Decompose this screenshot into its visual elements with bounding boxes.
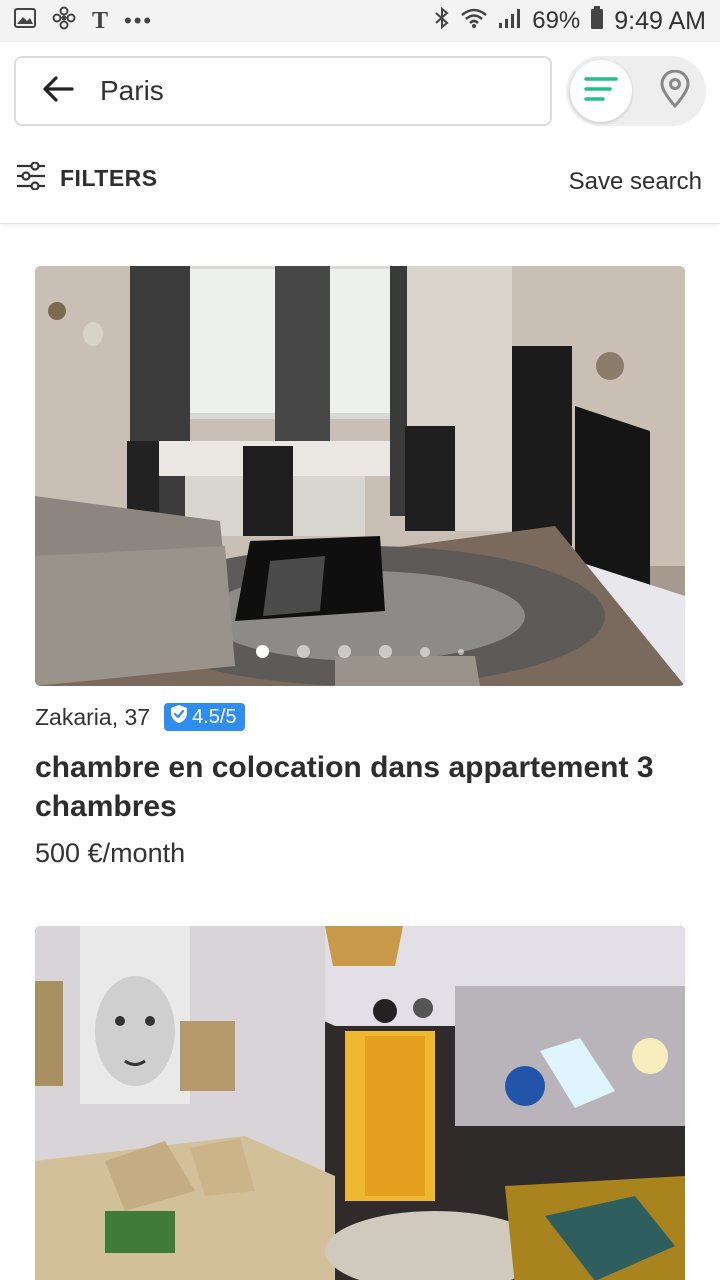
- rating-value: 4.5/5: [192, 705, 237, 728]
- status-right-icons: 69% 9:49 AM: [434, 5, 706, 37]
- listing-photo[interactable]: [35, 266, 685, 686]
- filters-button[interactable]: FILTERS: [16, 161, 158, 195]
- living-room-photo: [35, 266, 685, 686]
- sliders-icon: [16, 161, 46, 195]
- signal-icon: [498, 7, 522, 36]
- host-name: Zakaria, 37: [35, 703, 151, 730]
- pager-dot[interactable]: [458, 648, 464, 655]
- list-view-button[interactable]: [570, 60, 632, 122]
- search-header: Paris FILTERS Save search: [0, 42, 720, 224]
- rating-badge: 4.5/5: [164, 703, 245, 731]
- pager-dot[interactable]: [420, 646, 430, 657]
- clock: 9:49 AM: [614, 6, 706, 35]
- status-bar: T ••• 69% 9:49 AM: [0, 0, 720, 42]
- battery-icon: [590, 5, 604, 37]
- more-icon: •••: [124, 8, 154, 33]
- save-search-button[interactable]: Save search: [569, 168, 702, 196]
- status-left-icons: T •••: [14, 6, 153, 37]
- search-query[interactable]: Paris: [100, 75, 164, 107]
- search-input[interactable]: Paris: [14, 56, 552, 126]
- list-icon: [584, 76, 618, 107]
- photo-pager: [35, 645, 685, 658]
- wifi-icon: [460, 7, 488, 36]
- gallery-icon: [14, 7, 36, 35]
- shield-check-icon: [170, 704, 188, 730]
- t-icon: T: [92, 7, 109, 34]
- view-toggle[interactable]: [566, 56, 706, 126]
- pager-dot[interactable]: [256, 645, 269, 658]
- pager-dot[interactable]: [338, 645, 351, 658]
- arrow-left-icon: [42, 75, 74, 108]
- listing-card[interactable]: Zakaria, 37 4.5/5 chambre en colocation …: [35, 266, 685, 869]
- map-pin-icon: [659, 69, 691, 113]
- map-view-button[interactable]: [644, 60, 706, 122]
- fan-icon: [52, 6, 76, 37]
- host-row: Zakaria, 37 4.5/5: [35, 702, 685, 732]
- bedroom-photo: [35, 926, 685, 1280]
- back-button[interactable]: [16, 58, 100, 124]
- battery-level: 69%: [532, 7, 581, 34]
- listing-card[interactable]: [35, 926, 685, 1280]
- pager-dot[interactable]: [297, 645, 310, 658]
- pager-dot[interactable]: [379, 645, 392, 658]
- listing-title[interactable]: chambre en colocation dans appartement 3…: [35, 748, 685, 826]
- listing-photo[interactable]: [35, 926, 685, 1280]
- filters-label: FILTERS: [60, 165, 158, 191]
- bluetooth-icon: [434, 6, 450, 37]
- listing-price: 500 €/month: [35, 838, 186, 868]
